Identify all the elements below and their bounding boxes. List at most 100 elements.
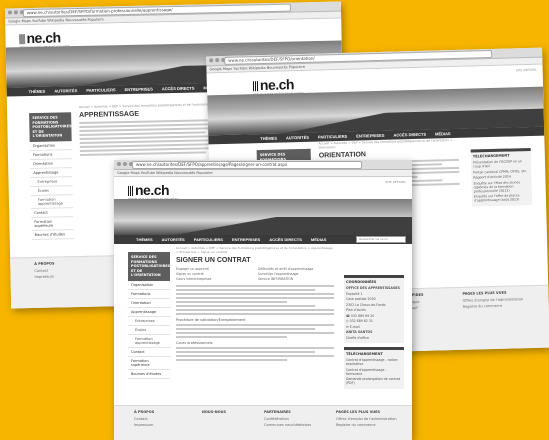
right-column: COORDONNÉES OFFICE DES APPRENTISSAGES Es… — [344, 275, 404, 393]
sidebar-item[interactable]: Formation apprentissage — [30, 194, 74, 209]
sidebar-item[interactable]: Bourses d'études — [128, 370, 170, 379]
sidebar-item[interactable]: Formation supérieure — [128, 357, 170, 370]
download-box: TÉLÉCHARGEMENT Contrat d'apprentissage -… — [344, 347, 404, 389]
tab-item[interactable]: Signer un contrat — [176, 272, 252, 276]
nav-particuliers[interactable]: PARTICULIERS — [318, 134, 347, 140]
download-title: TÉLÉCHARGEMENT — [346, 352, 383, 356]
page-title: SIGNER UN CONTRAT — [176, 257, 251, 264]
logo-bars-icon — [128, 186, 134, 196]
sidebar-item[interactable]: Organisation — [128, 281, 170, 290]
contact-person: ANITA SANTOS — [346, 330, 373, 334]
footer-link[interactable]: Contact — [134, 417, 154, 421]
download-link[interactable]: Portail cantonal CPMN, OFOS, etc. — [473, 169, 529, 174]
hero-banner — [114, 199, 412, 235]
map-link[interactable]: Plan d'accès — [346, 308, 402, 312]
sidebar: SERVICE DES FORMATIONS POSTOBLIGATOIRES … — [128, 252, 170, 379]
nav-medias[interactable]: MÉDIAS — [311, 237, 327, 242]
browser-window-front: www.ne.ch/autorites/DEF/SFPO/apprentissa… — [114, 160, 412, 440]
sidebar-item[interactable]: Apprentissage — [128, 308, 170, 317]
footer-link[interactable]: Confédération — [264, 417, 311, 421]
page-title: ORIENTATION — [318, 151, 367, 160]
nav-autorites[interactable]: AUTORITÉS — [54, 88, 77, 93]
main-nav: THÈMES AUTORITÉS PARTICULIERS ENTREPRISE… — [114, 235, 412, 244]
nav-autorites[interactable]: AUTORITÉS — [162, 237, 185, 242]
site-header: ne.chRÉPUBLIQUE ET CANTON DE NEUCHÂTEL S… — [114, 177, 412, 201]
nav-entreprises[interactable]: ENTREPRISES — [232, 237, 260, 242]
window-controls[interactable] — [117, 162, 133, 166]
window-controls[interactable] — [7, 10, 25, 15]
footer-col: À PROPOS Contact Impressum — [134, 410, 155, 427]
nav-entreprises[interactable]: ENTREPRISES — [125, 86, 153, 92]
sidebar-item[interactable]: Formation supérieure — [31, 216, 74, 231]
footer-link[interactable]: Registre du commerce — [336, 423, 397, 427]
logo-bars-icon — [19, 34, 26, 45]
window-controls[interactable] — [209, 57, 226, 63]
site-label: SITE OFFICIEL — [515, 67, 537, 73]
sidebar-item[interactable]: Entreprises — [128, 317, 170, 326]
site-footer: À PROPOS Contact Impressum NOUS-NOUS PAR… — [114, 405, 412, 440]
footer-link[interactable]: Contact — [34, 269, 54, 273]
section-heading: Cours professionnels — [176, 341, 213, 345]
contact-title: COORDONNÉES — [346, 280, 377, 284]
footer-col: NOUS-NOUS — [202, 410, 226, 414]
nav-acces[interactable]: ACCÈS DIRECTS — [269, 237, 302, 242]
logo-bars-icon — [252, 81, 260, 92]
sidebar-title[interactable]: SERVICE DES FORMATIONS POSTOBLIGATOIRES … — [128, 252, 170, 281]
nav-acces[interactable]: ACCÈS DIRECTS — [393, 132, 426, 138]
nav-autorites[interactable]: AUTORITÉS — [286, 135, 309, 141]
nav-particuliers[interactable]: PARTICULIERS — [194, 237, 223, 242]
download-link[interactable]: Rapport d'activité 2014 — [473, 174, 529, 180]
download-link[interactable]: Enquête sur l'offre de places d'apprenti… — [474, 193, 530, 202]
footer-col: À PROPOS Contact Impressum — [34, 261, 55, 279]
sidebar-item[interactable]: Orientation — [128, 299, 170, 308]
nav-themes[interactable]: THÈMES — [29, 89, 46, 94]
nav-particuliers[interactable]: PARTICULIERS — [86, 87, 115, 93]
contact-org: OFFICE DES APPRENTISSAGES — [346, 286, 400, 290]
sidebar-item[interactable]: Formation apprentissage — [128, 335, 170, 348]
download-link[interactable]: Demande prolongation de contrat (PDF) — [346, 377, 402, 385]
contact-role: Cheffe d'office — [346, 335, 370, 340]
contact-line: 2302 La Chaux-de-Fonds — [346, 302, 386, 307]
download-link[interactable]: Enquête sur l'état des jeunes diplômés d… — [473, 180, 529, 193]
sidebar-item[interactable]: Bourses d'études — [31, 229, 74, 240]
footer-link[interactable]: Offres d'emploi de l'administration — [336, 417, 397, 421]
footer-link[interactable]: Communes neuchâteloises — [264, 423, 311, 427]
sidebar-item[interactable]: Écoles — [128, 326, 170, 335]
footer-link[interactable]: Registre du commerce — [463, 303, 524, 309]
tab-item[interactable]: Cours interentreprises — [176, 277, 252, 281]
browser-chrome: www.ne.ch/autorites/DEF/SFPO/apprentissa… — [114, 160, 412, 170]
nav-entreprises[interactable]: ENTREPRISES — [356, 133, 384, 139]
download-link[interactable]: Présentation de l'OCOSP en un coup d'œil — [473, 159, 529, 168]
tab-item[interactable]: Service INFORMATION — [258, 277, 334, 281]
footer-link[interactable]: Impressum — [34, 275, 54, 279]
contact-box: COORDONNÉES OFFICE DES APPRENTISSAGES Es… — [344, 275, 404, 343]
email-link[interactable]: ✉ E-mail — [346, 325, 402, 329]
tab-item[interactable]: Engager un apprenti — [176, 267, 252, 271]
nav-themes[interactable]: THÈMES — [260, 136, 277, 141]
nav-themes[interactable]: THÈMES — [136, 237, 153, 242]
nav-acces[interactable]: ACCÈS DIRECTS — [162, 86, 195, 92]
sidebar-title[interactable]: SERVICE DES FORMATIONS POSTOBLIGATOIRES … — [29, 112, 72, 142]
download-link[interactable]: Contrat d'apprentissage - notice explica… — [346, 358, 402, 366]
footer-link[interactable]: Offres d'emploi de l'administration — [463, 297, 524, 303]
tab-item[interactable]: Surveiller l'apprentissage — [258, 272, 334, 276]
footer-col: PARTENAIRES Confédération Communes neuch… — [264, 410, 312, 427]
sidebar-item[interactable]: Formations — [128, 290, 170, 299]
footer-link[interactable]: Impressum — [134, 423, 154, 427]
footer-col: PAGES LES PLUS VUES Offres d'emploi de l… — [462, 290, 524, 309]
bookmarks-bar[interactable]: Google Maps YouTube Wikipedia Nouveautés… — [114, 170, 412, 177]
tab-list: Engager un apprenti Difficultés et arrêt… — [176, 267, 334, 281]
download-title: TÉLÉCHARGEMENT — [472, 153, 510, 159]
section-heading: Procédure de validation/Enregistrement — [176, 318, 246, 322]
sidebar-item[interactable]: Contact — [128, 348, 170, 357]
contact-line: Espacité 1 — [346, 291, 363, 296]
footer-col: PAGES LES PLUS VUES Offres d'emploi de l… — [336, 410, 397, 427]
search-input[interactable]: Rechercher sur ne.ch — [356, 236, 406, 243]
tab-item[interactable]: Difficultés et arrêt d'apprentissage — [258, 267, 334, 271]
download-link[interactable]: Contrat d'apprentissage - formulaire — [346, 368, 402, 376]
address-bar[interactable]: www.ne.ch/autorites/DEF/SFPO/apprentissa… — [132, 161, 362, 169]
main-content: Accueil > Autorités > DEF > Service des … — [176, 246, 334, 363]
collage-stage: www.ne.ch/autorites/DEF/SFPO/formation-p… — [0, 0, 549, 440]
nav-medias[interactable]: MÉDIAS — [435, 131, 451, 136]
breadcrumb: Accueil > Autorités > DEF > Service des … — [176, 246, 333, 254]
